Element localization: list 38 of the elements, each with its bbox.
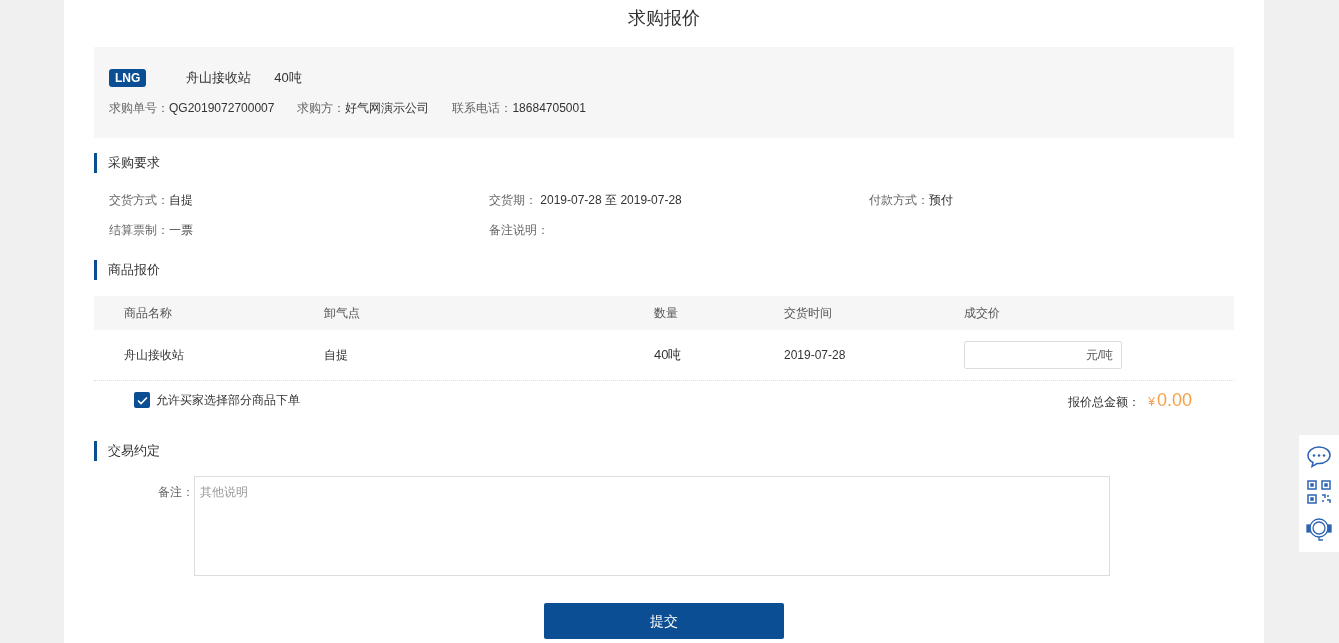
checkbox[interactable] [134,392,150,408]
column-header: 卸气点 [324,305,361,322]
qr-code-icon[interactable] [1307,480,1331,505]
section-heading: 商品报价 [108,261,160,280]
column-header: 成交价 [964,305,1001,322]
requirement-field: 结算票制：一票 [109,223,489,238]
column-header: 交货时间 [784,305,833,322]
section-marker [94,153,97,173]
section-marker [94,260,97,280]
quantity: 40吨 [274,69,302,87]
column-header: 商品名称 [124,305,173,322]
station-name: 舟山接收站 [186,69,252,87]
remark-label: 备注： [157,484,194,501]
chat-icon[interactable] [1306,444,1332,469]
product-tag: LNG [109,68,147,87]
page-title: 求购报价 [627,7,701,30]
table-cell-text: 舟山接收站 [124,347,185,364]
table-cell-text: 自提 [324,347,349,364]
remark-field[interactable]: 其他说明 [194,476,1110,576]
requirement-field: 付款方式：预付 [869,193,1219,208]
checkbox-label: 允许买家选择部分商品下单 [156,392,300,409]
section-heading: 交易约定 [108,442,160,461]
price-input[interactable]: 元/吨 [964,341,1122,369]
requirement-field: 交货期： 2019-07-28 至 2019-07-28 [489,193,869,208]
meta-label: 求购单号：QG2019072700007 [109,99,275,117]
headset-icon[interactable] [1305,516,1333,543]
section-marker [94,441,97,461]
section-heading: 采购要求 [108,154,160,173]
requirement-field: 备注说明： [489,223,869,238]
meta-label: 求购方：好气网演示公司 [297,99,430,117]
total-label: 报价总金额： [1068,393,1141,411]
submit-button[interactable]: 提交 [544,603,784,639]
column-header: 数量 [654,305,679,322]
table-cell-text: 40吨 [654,346,683,365]
total-amount: ¥0.00 [1148,388,1192,412]
meta-label: 联系电话：18684705001 [452,99,586,117]
table-cell-text: 2019-07-28 [784,347,847,364]
requirement-field: 交货方式：自提 [109,193,489,208]
